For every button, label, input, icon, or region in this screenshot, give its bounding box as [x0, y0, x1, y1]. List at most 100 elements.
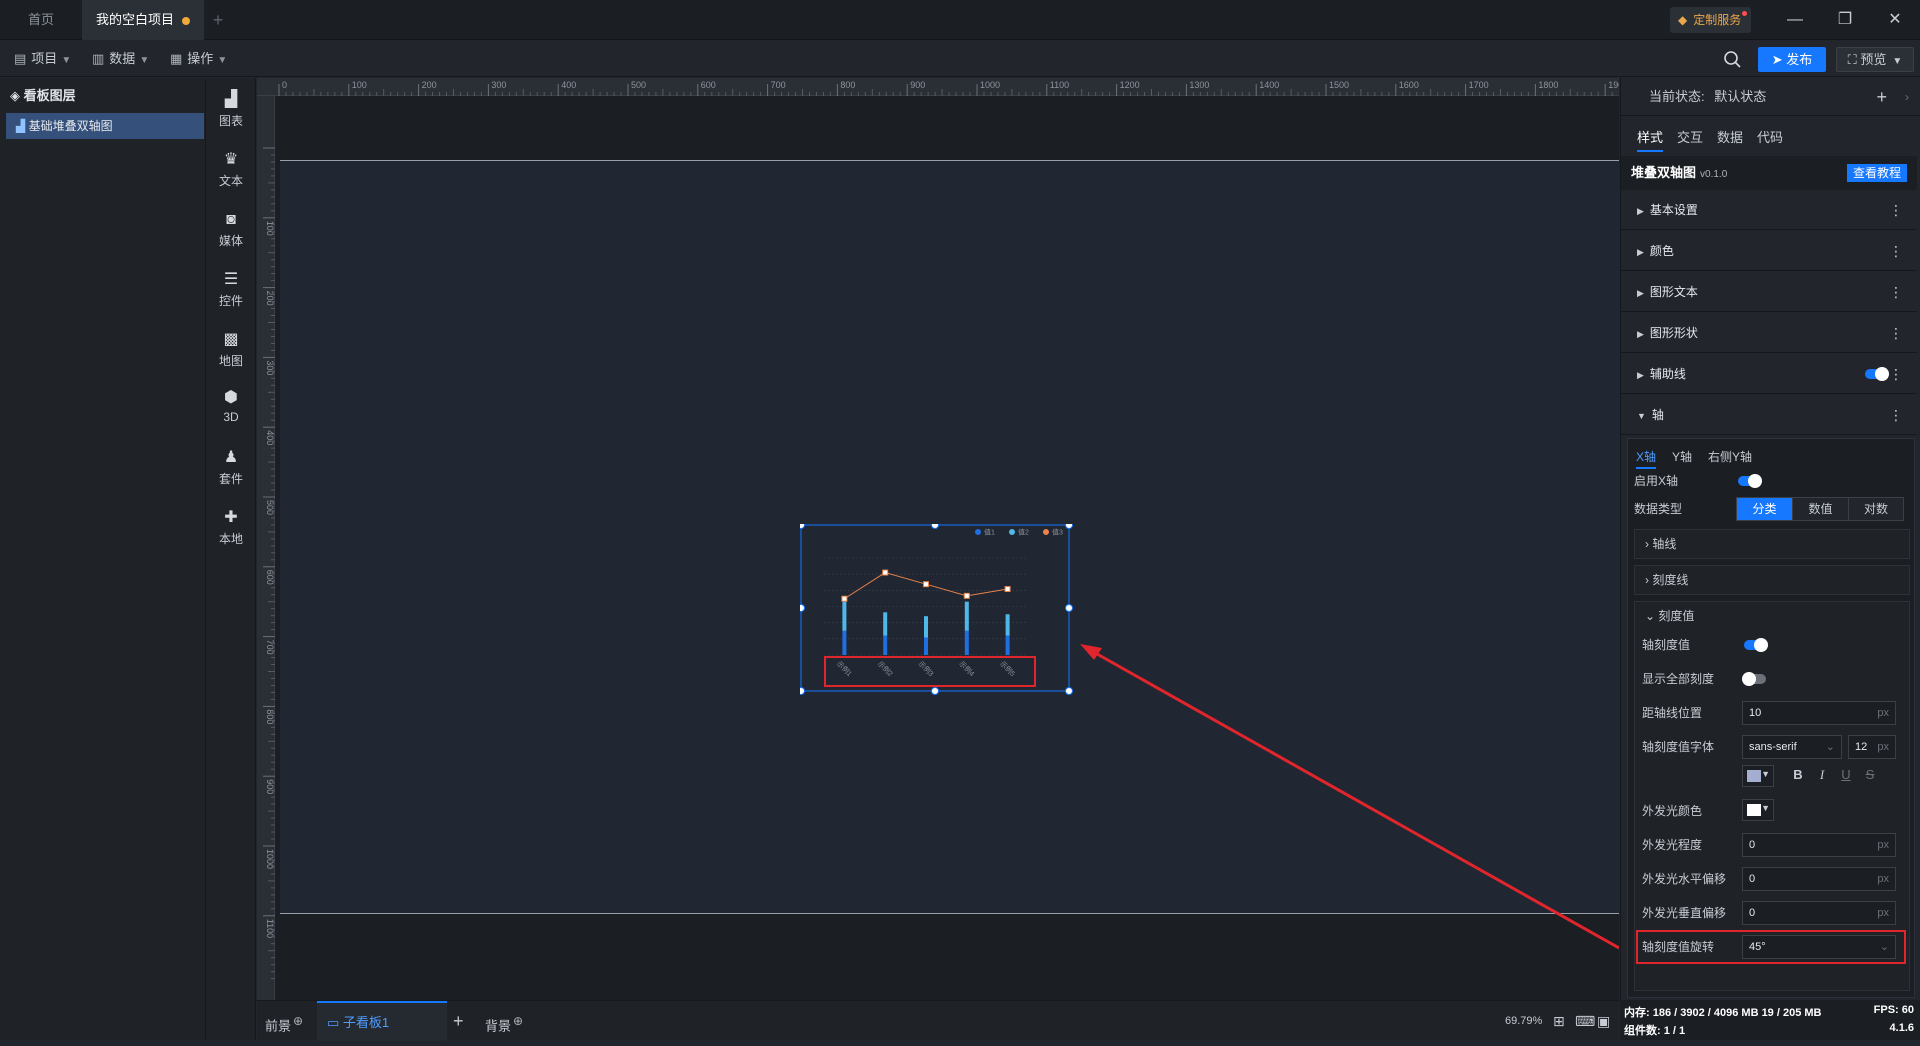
menu-data[interactable]: ▥ 数据 ▼ [84, 41, 157, 77]
rail-item-control[interactable]: ☰ 控件 [206, 266, 256, 312]
add-state-icon[interactable]: + [1876, 78, 1887, 116]
rail-item-map[interactable]: ▩ 地图 [206, 326, 256, 372]
tab-home-label: 首页 [28, 12, 55, 27]
minimize-icon[interactable]: — [1782, 8, 1808, 32]
tab-style[interactable]: 样式 [1637, 124, 1664, 152]
tab-subboard[interactable]: ▭ 子看板1 [317, 1001, 447, 1041]
add-circle-icon[interactable]: ⊕ [513, 1014, 523, 1028]
glow-color-picker[interactable]: ▼ [1742, 799, 1774, 821]
more-icon[interactable]: ⋮ [1889, 272, 1903, 312]
section-graphic-text[interactable]: ▶ 图形文本 ⋮ [1621, 272, 1917, 312]
menu-project[interactable]: ▤ 项目 ▼ [6, 41, 79, 77]
add-circle-icon[interactable]: ⊕ [293, 1014, 303, 1028]
strikethrough-icon[interactable]: S [1860, 767, 1880, 782]
underline-icon[interactable]: U [1836, 767, 1856, 782]
collapse-tick-line[interactable]: › 刻度线 [1634, 565, 1910, 595]
more-icon[interactable]: ⋮ [1889, 395, 1903, 435]
add-tab-icon[interactable]: + [206, 8, 230, 32]
font-color-picker[interactable]: ▼ [1742, 765, 1774, 787]
collapse-label: 轴线 [1652, 537, 1677, 551]
monitor-icon: ▭ [327, 1015, 343, 1030]
rail-item-text[interactable]: ♛ 文本 [206, 146, 256, 192]
unit-label: px [1877, 839, 1889, 851]
subtab-right-y-axis[interactable]: 右侧Y轴 [1708, 445, 1752, 469]
puzzle-icon: ✚ [224, 509, 238, 526]
status-bar: 内存: 186 / 3902 / 4096 MB 19 / 205 MB FPS… [1620, 1000, 1920, 1040]
section-basic[interactable]: ▶ 基本设置 ⋮ [1621, 190, 1917, 230]
font-color-swatch [1747, 770, 1761, 782]
keyboard-icon[interactable]: ⌨ [1575, 1013, 1595, 1030]
tab-data[interactable]: 数据 [1717, 124, 1743, 152]
tick-value-toggle[interactable] [1744, 638, 1768, 652]
terminal-icon[interactable]: ▣ [1597, 1013, 1610, 1030]
toggle-knob [1875, 367, 1889, 381]
data-type-category[interactable]: 分类 [1737, 498, 1793, 520]
camera-icon: ◙ [226, 211, 236, 228]
publish-button[interactable]: ➤ 发布 [1758, 47, 1826, 72]
enable-x-toggle[interactable] [1738, 474, 1762, 488]
tab-code[interactable]: 代码 [1757, 124, 1783, 152]
publish-label: 发布 [1786, 52, 1813, 67]
glow-color-swatch [1747, 804, 1761, 816]
glow-level-input[interactable]: 0 px [1742, 833, 1896, 857]
unit-label: px [1877, 873, 1889, 885]
more-icon[interactable]: ⋮ [1889, 313, 1903, 353]
tab-foreground[interactable]: 前景 ⊕ [265, 1001, 303, 1041]
rail-item-chart[interactable]: ▟ 图表 [206, 86, 256, 132]
subtab-x-axis[interactable]: X轴 [1636, 445, 1657, 469]
section-axis[interactable]: ▼ 轴 ⋮ [1621, 395, 1917, 435]
menu-operation[interactable]: ▦ 操作 ▼ [162, 41, 235, 77]
rotation-label: 轴刻度值旋转 [1642, 940, 1715, 954]
collapse-axis-line[interactable]: › 轴线 [1634, 529, 1910, 559]
tutorial-button[interactable]: 查看教程 [1846, 164, 1907, 182]
distance-label: 距轴线位置 [1642, 706, 1703, 720]
preview-button[interactable]: ⛶ 预览 ▼ [1836, 47, 1914, 72]
more-icon[interactable]: ⋮ [1889, 354, 1903, 394]
tab-foreground-label: 前景 [265, 1018, 292, 1034]
rail-item-kit[interactable]: ♟ 套件 [206, 444, 256, 490]
guide-line-toggle[interactable] [1865, 367, 1889, 381]
glow-h-label: 外发光水平偏移 [1642, 872, 1727, 886]
zoom-level[interactable]: 69.79% [1505, 1001, 1542, 1041]
show-all-toggle[interactable] [1742, 672, 1766, 686]
data-type-value[interactable]: 数值 [1793, 498, 1849, 520]
tick-value-toggle-label: 轴刻度值 [1642, 638, 1691, 652]
chevron-right-icon[interactable]: › [1905, 78, 1909, 116]
component-version: v0.1.0 [1700, 169, 1728, 180]
tab-interaction[interactable]: 交互 [1677, 124, 1703, 152]
bold-icon[interactable]: B [1788, 767, 1808, 782]
restore-icon[interactable]: ❐ [1832, 8, 1858, 32]
custom-service-button[interactable]: ◆ 定制服务 [1670, 7, 1752, 33]
rotation-value: 45° [1749, 941, 1766, 953]
font-size-input[interactable]: 12 px [1848, 735, 1896, 759]
rail-item-3d[interactable]: ⬢ 3D [206, 384, 256, 430]
italic-icon[interactable]: I [1812, 767, 1832, 783]
more-icon[interactable]: ⋮ [1889, 190, 1903, 230]
section-color[interactable]: ▶ 颜色 ⋮ [1621, 231, 1917, 271]
glow-v-input[interactable]: 0 px [1742, 901, 1896, 925]
rotation-select[interactable]: 45° ⌄ [1742, 935, 1896, 959]
subtab-y-axis[interactable]: Y轴 [1672, 445, 1692, 469]
section-label: 图形形状 [1649, 326, 1698, 340]
fit-screen-icon[interactable]: ⊞ [1553, 1013, 1565, 1030]
glow-h-input[interactable]: 0 px [1742, 867, 1896, 891]
search-icon[interactable] [1722, 49, 1742, 69]
section-graphic-shape[interactable]: ▶ 图形形状 ⋮ [1621, 313, 1917, 353]
more-icon[interactable]: ⋮ [1889, 231, 1903, 271]
section-guide-line[interactable]: ▶ 辅助线 ⋮ [1621, 354, 1917, 394]
chevron-down-icon: ▼ [217, 55, 228, 66]
canvas-area[interactable]: 0 100 200 300 400 500 600 700 800 900 1000 1100 1200… [257, 78, 1619, 1000]
tab-home[interactable]: 首页 [14, 0, 68, 40]
tab-background[interactable]: 背景 ⊕ [485, 1001, 523, 1041]
component-name: 堆叠双轴图 [1631, 165, 1697, 180]
state-value[interactable]: 默认状态 [1714, 89, 1766, 104]
rail-item-local[interactable]: ✚ 本地 [206, 504, 256, 550]
tab-my-project[interactable]: 我的空白项目 [82, 0, 205, 40]
font-select[interactable]: sans-serif ⌄ [1742, 735, 1842, 759]
rail-item-media[interactable]: ◙ 媒体 [206, 206, 256, 252]
add-board-icon[interactable]: + [453, 1001, 464, 1041]
close-icon[interactable]: ✕ [1882, 8, 1908, 32]
data-type-log[interactable]: 对数 [1849, 498, 1903, 520]
layer-item[interactable]: ▟ 基础堆叠双轴图 [6, 113, 204, 139]
distance-input[interactable]: 10 px [1742, 701, 1896, 725]
